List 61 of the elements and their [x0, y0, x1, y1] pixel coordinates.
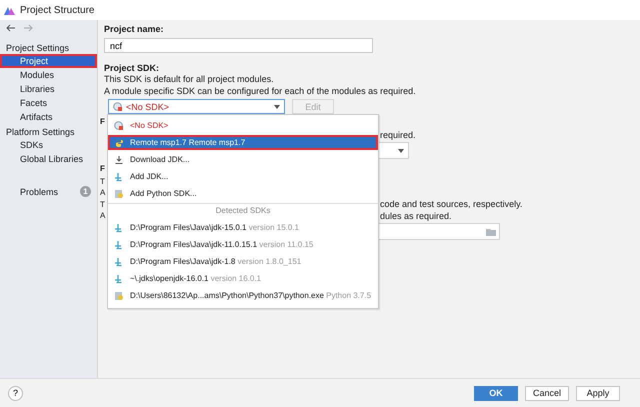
sidebar-item[interactable]: Global Libraries — [0, 152, 97, 166]
sdk-menu-item[interactable]: Download JDK... — [108, 152, 378, 167]
partial-text: T — [100, 200, 105, 209]
sdk-menu-item[interactable]: ~\.jdks\openjdk-16.0.1 version 16.0.1 — [108, 271, 378, 286]
partial-text: A — [100, 211, 106, 220]
sidebar-item[interactable]: Facets — [0, 96, 97, 110]
sdk-menu-item[interactable]: Remote msp1.7 Remote msp1.7 — [108, 135, 378, 150]
sdk-menu-item[interactable]: <No SDK> — [108, 118, 378, 133]
sidebar-item[interactable]: Problems — [20, 186, 58, 196]
dialog-button[interactable]: OK — [474, 386, 518, 400]
globe-icon — [114, 120, 124, 130]
sdk-menu-item[interactable]: Add JDK... — [108, 169, 378, 184]
jdk-icon — [114, 172, 124, 182]
dialog-button[interactable]: Apply — [576, 386, 620, 400]
download-icon — [114, 154, 124, 164]
sdk-dropdown[interactable]: <No SDK> — [108, 99, 285, 114]
field-label: Project name: — [104, 24, 165, 34]
sidebar-heading: Platform Settings — [5, 126, 76, 138]
project-name-field[interactable]: ncf — [104, 38, 373, 53]
count-badge: 1 — [80, 186, 91, 197]
jdk-icon — [114, 240, 124, 250]
sidebar-item[interactable]: Artifacts — [0, 110, 97, 124]
description-text: This SDK is default for all project modules. — [104, 73, 275, 85]
help-button[interactable]: ? — [8, 386, 23, 400]
folder-icon[interactable] — [486, 228, 496, 236]
sidebar-item[interactable]: SDKs — [0, 138, 97, 152]
python-icon — [114, 138, 124, 148]
partial-path-field[interactable] — [376, 223, 500, 240]
sdk-menu-item[interactable]: D:\Program Files\Java\jdk-11.0.15.1 version 11.0.15 — [108, 237, 378, 252]
python-folder-icon — [114, 188, 124, 198]
sidebar-item[interactable]: Modules — [0, 68, 97, 82]
jdk-icon — [114, 222, 124, 232]
partial-text: T — [100, 176, 105, 186]
python-folder-icon — [114, 290, 124, 300]
forward-arrow-icon[interactable] — [23, 24, 33, 32]
partial-text: F — [100, 164, 105, 172]
sdk-menu-item[interactable]: D:\Users\86132\Ap...ams\Python\Python37\python.exe Python 3.7.5 — [108, 288, 378, 303]
partial-text: A — [100, 188, 106, 198]
description-text: A module specific SDK can be configured for each of the modules as required. — [104, 85, 417, 97]
partial-dropdown[interactable] — [376, 142, 409, 159]
globe-icon — [113, 102, 123, 112]
app-logo-icon — [4, 6, 15, 14]
partial-text: required. — [380, 130, 416, 140]
jdk-icon — [114, 274, 124, 284]
back-arrow-icon[interactable] — [6, 24, 16, 32]
partial-text: F — [100, 117, 105, 126]
dialog-button[interactable]: Cancel — [525, 386, 569, 400]
partial-text: dules as required. — [380, 210, 452, 221]
sidebar-heading: Project Settings — [5, 42, 70, 54]
sdk-menu-item[interactable]: Add Python SDK... — [108, 186, 378, 201]
partial-text: code and test sources, respectively. — [380, 199, 522, 210]
separator-label: Detected SDKs — [214, 206, 272, 214]
caret-icon — [274, 104, 280, 108]
sidebar-item[interactable]: Project — [0, 54, 97, 68]
field-label: Project SDK: — [104, 63, 160, 73]
sdk-menu-item[interactable]: D:\Program Files\Java\jdk-1.8 version 1.8.0_151 — [108, 254, 378, 269]
jdk-icon — [114, 256, 124, 266]
sidebar-item[interactable]: Libraries — [0, 82, 97, 96]
window-title: Project Structure — [20, 4, 94, 16]
sdk-menu-item[interactable]: D:\Program Files\Java\jdk-15.0.1 version 15.0.1 — [108, 220, 378, 235]
caret-icon — [398, 148, 404, 152]
